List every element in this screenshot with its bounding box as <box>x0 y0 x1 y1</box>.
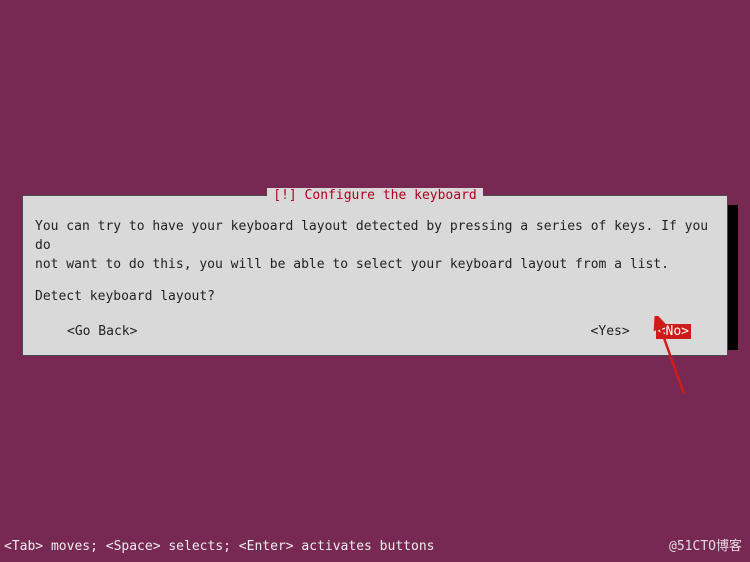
configure-keyboard-dialog: [!] Configure the keyboard You can try t… <box>22 195 728 356</box>
yes-button[interactable]: <Yes> <box>589 324 632 339</box>
dialog-title: [!] Configure the keyboard <box>267 188 483 203</box>
yes-no-group: <Yes> <No> <box>589 324 691 339</box>
dialog-title-row: [!] Configure the keyboard <box>23 188 727 203</box>
dialog-body-text: You can try to have your keyboard layout… <box>35 218 715 275</box>
no-button[interactable]: <No> <box>656 324 691 339</box>
dialog-buttons: <Go Back> <Yes> <No> <box>35 324 715 339</box>
dialog-prompt: Detect keyboard layout? <box>35 289 715 304</box>
dialog-container: [!] Configure the keyboard You can try t… <box>22 195 728 356</box>
watermark: @51CTO博客 <box>669 535 742 554</box>
go-back-button[interactable]: <Go Back> <box>65 324 139 339</box>
hint-bar: <Tab> moves; <Space> selects; <Enter> ac… <box>0 539 750 554</box>
